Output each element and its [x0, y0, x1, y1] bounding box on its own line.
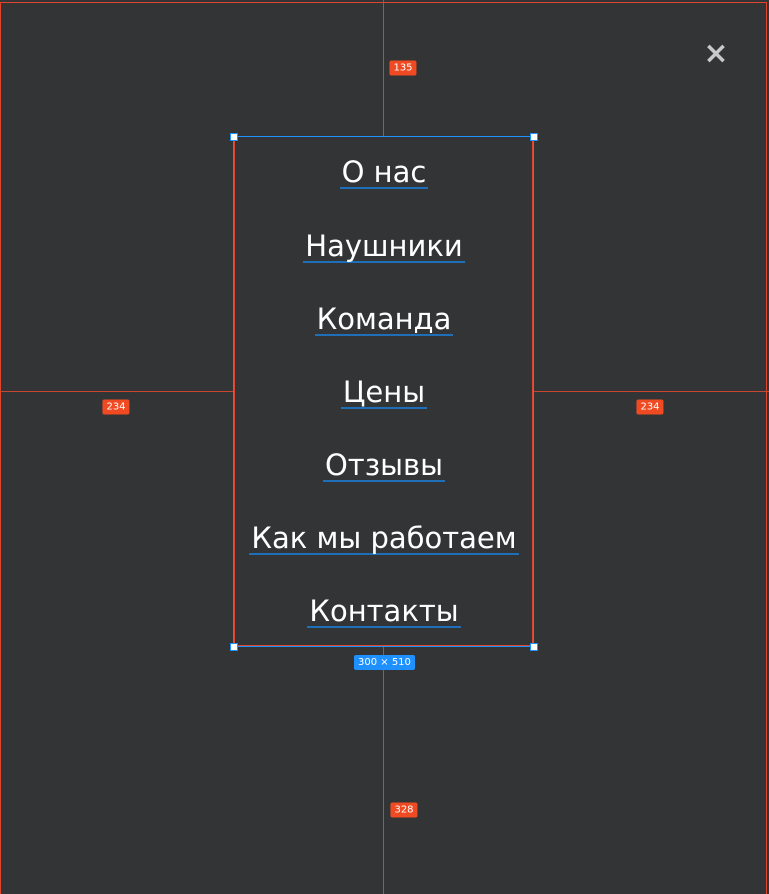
menu-item-reviews[interactable]: Отзывы: [322, 450, 446, 482]
resize-handle-tl[interactable]: [230, 133, 238, 141]
guide-bottom: [383, 647, 384, 894]
distance-bottom-badge: 328: [390, 802, 418, 818]
distance-right-badge: 234: [636, 399, 664, 415]
menu-item-how-we-work[interactable]: Как мы работаем: [249, 523, 519, 555]
menu-item-team[interactable]: Команда: [314, 304, 454, 336]
menu-item-contacts[interactable]: Контакты: [307, 596, 461, 628]
resize-handle-bl[interactable]: [230, 643, 238, 651]
distance-left-badge: 234: [102, 399, 130, 415]
guide-left: [0, 391, 234, 392]
resize-handle-br[interactable]: [530, 643, 538, 651]
menu-item-prices[interactable]: Цены: [340, 377, 428, 409]
menu-item-about[interactable]: О нас: [339, 157, 429, 189]
resize-handle-tr[interactable]: [530, 133, 538, 141]
close-icon[interactable]: ×: [702, 38, 730, 70]
guide-top: [383, 0, 384, 136]
dimension-badge: 300 × 510: [354, 655, 415, 670]
menu-item-headphones[interactable]: Наушники: [303, 231, 465, 263]
guide-right: [534, 391, 769, 392]
distance-top-badge: 135: [389, 60, 417, 76]
